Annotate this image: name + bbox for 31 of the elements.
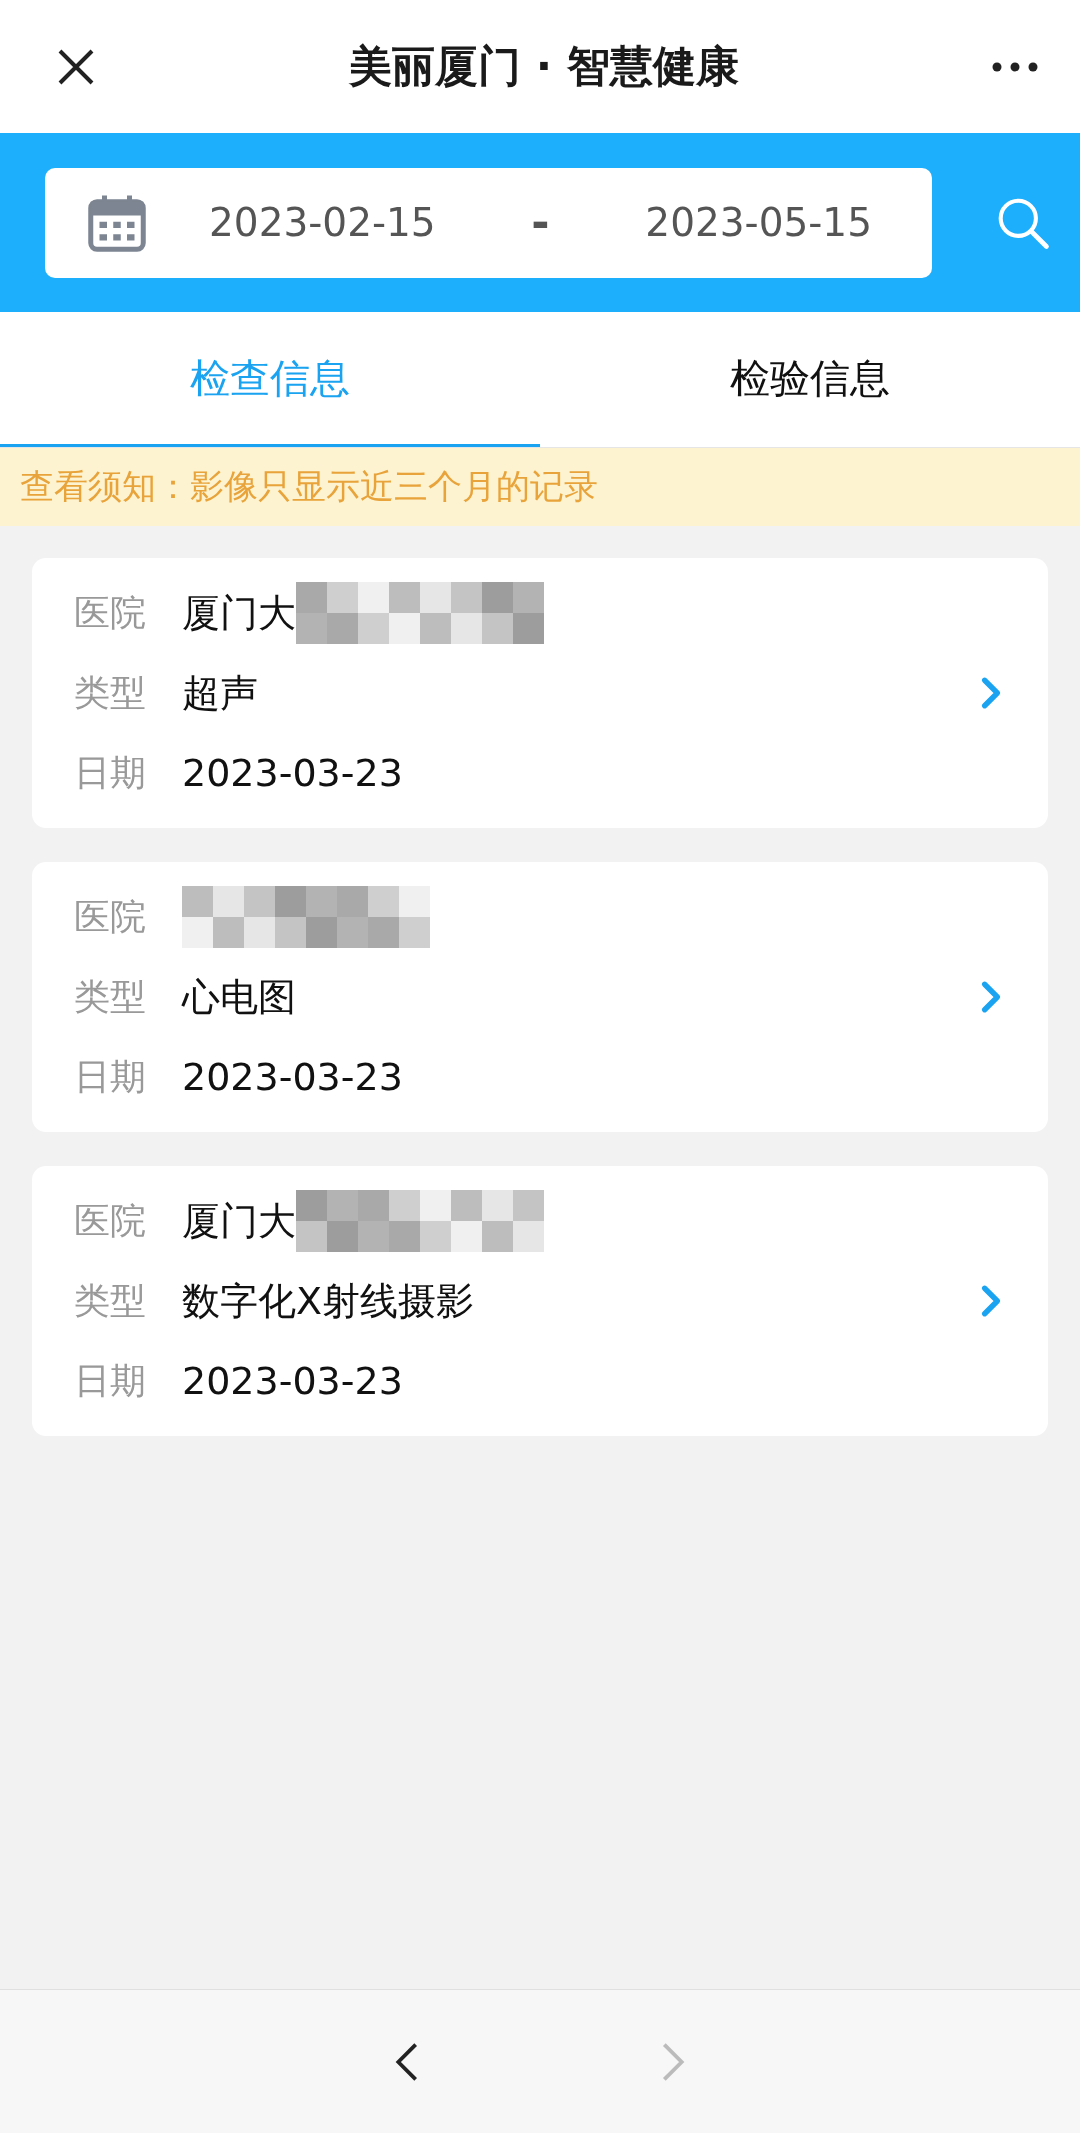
field-label: 医院 xyxy=(74,590,147,635)
date-separator: - xyxy=(531,197,550,248)
start-date: 2023-02-15 xyxy=(209,200,436,245)
nav-title: 美丽厦门 · 智慧健康 xyxy=(348,39,740,93)
field-label: 类型 xyxy=(74,670,147,715)
record-card[interactable]: 医院 厦门大 类型 数字化X射线摄影 日期 2023-03-23 xyxy=(32,1166,1048,1436)
notice-text: 查看须知：影像只显示近三个月的记录 xyxy=(20,465,598,508)
date-range-field[interactable]: 2023-02-15 - 2023-05-15 xyxy=(45,167,932,278)
field-label: 日期 xyxy=(74,750,147,795)
record-card[interactable]: 医院 厦门大 类型 超声 日期 2023-03-23 xyxy=(32,558,1048,828)
end-date: 2023-05-15 xyxy=(645,200,872,245)
field-value: 超声 xyxy=(182,669,258,717)
field-value: 2023-03-23 xyxy=(182,1359,403,1403)
field-label: 类型 xyxy=(74,974,147,1019)
field-label: 医院 xyxy=(74,894,147,939)
chevron-right-icon xyxy=(980,980,1002,1014)
tab[interactable]: 检验信息 xyxy=(540,312,1080,447)
chevron-right-icon xyxy=(980,1284,1002,1318)
field-value: 2023-03-23 xyxy=(182,1055,403,1099)
field-value: 2023-03-23 xyxy=(182,751,403,795)
field-label: 日期 xyxy=(74,1054,147,1099)
field-value: 厦门大 xyxy=(182,1197,296,1245)
chevron-right-icon xyxy=(980,676,1002,710)
field-label: 类型 xyxy=(74,1278,147,1323)
record-card[interactable]: 医院 类型 心电图 日期 2023-03-23 xyxy=(32,862,1048,1132)
more-icon[interactable] xyxy=(992,61,1038,72)
field-label: 日期 xyxy=(74,1358,147,1403)
field-value: 厦门大 xyxy=(182,589,296,637)
field-label: 医院 xyxy=(74,1198,147,1243)
field-value: 心电图 xyxy=(182,973,296,1021)
field-value: 数字化X射线摄影 xyxy=(182,1277,475,1325)
